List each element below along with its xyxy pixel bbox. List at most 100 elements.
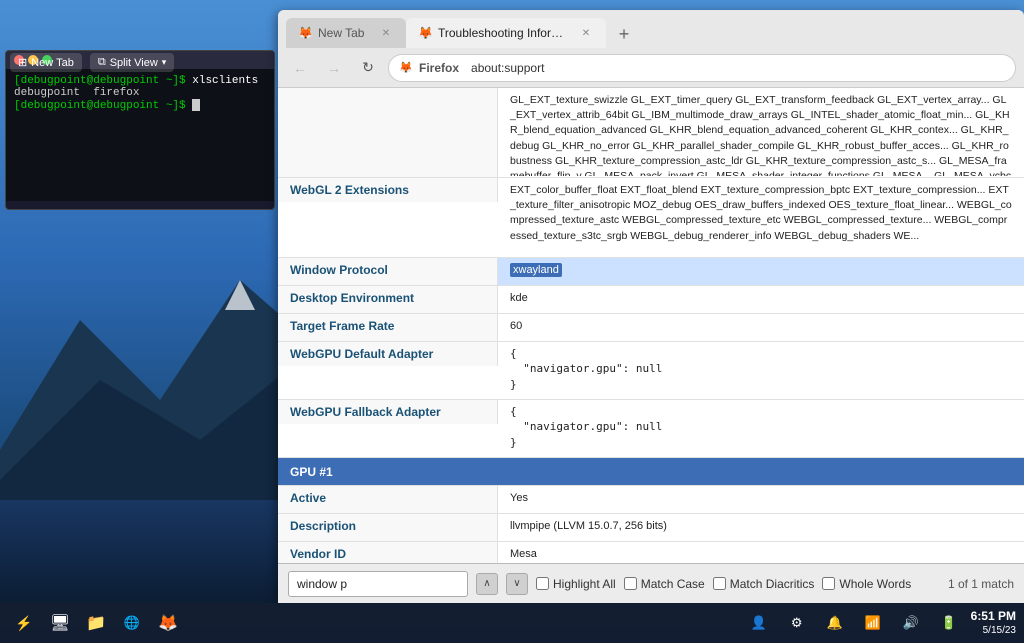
cell-label-desktop-env: Desktop Environment	[278, 286, 498, 313]
reload-button[interactable]: ↻	[354, 54, 382, 82]
address-url: about:support	[471, 61, 544, 75]
split-view-btn[interactable]: ⧉ Split View ▾	[90, 53, 175, 72]
back-button[interactable]: ←	[286, 54, 314, 82]
taskbar-icon-files[interactable]: 📁	[80, 607, 112, 639]
page-content: GL_EXT_texture_swizzle GL_EXT_timer_quer…	[278, 88, 1024, 603]
whole-words-checkbox[interactable]	[822, 577, 835, 590]
webgpu-fallback-line3: }	[510, 435, 1012, 450]
browser-titlebar: 🦊 New Tab ✕ 🦊 Troubleshooting Informati …	[278, 10, 1024, 48]
cell-label-description: Description	[278, 514, 498, 541]
site-icon: 🦊	[399, 61, 413, 75]
forward-button[interactable]: →	[320, 54, 348, 82]
navbar: ← → ↻ 🦊 Firefox about:support	[278, 48, 1024, 88]
terminal-window: [debugpoint@debugpoint ~]$ xlsclients de…	[5, 50, 275, 210]
cell-value-webgpu-default: { "navigator.gpu": null }	[498, 342, 1024, 396]
tab-troubleshooting-label: Troubleshooting Informati	[438, 26, 572, 40]
webgpu-default-line2: "navigator.gpu": null	[510, 361, 1012, 376]
new-tab-icon: ⊞	[18, 56, 27, 69]
find-prev-button[interactable]: ∧	[476, 573, 498, 595]
tab-troubleshooting-close[interactable]: ✕	[578, 25, 594, 41]
terminal-line-3: [debugpoint@debugpoint ~]$	[14, 99, 266, 112]
webgpu-default-line1: {	[510, 346, 1012, 361]
table-row-gl-extensions: GL_EXT_texture_swizzle GL_EXT_timer_quer…	[278, 88, 1024, 178]
cell-value-active: Yes	[498, 486, 1024, 513]
table-row-vendor-id: Vendor ID Mesa	[278, 542, 1024, 563]
cell-label-webgpu-default: WebGPU Default Adapter	[278, 342, 498, 366]
cell-label-gl	[278, 88, 498, 177]
cell-value-frame-rate: 60	[498, 314, 1024, 341]
split-view-icon: ⧉	[98, 56, 106, 69]
tab-new-tab-label: New Tab	[318, 26, 372, 40]
tab-troubleshooting[interactable]: 🦊 Troubleshooting Informati ✕	[406, 18, 606, 48]
gpu-section-title: GPU #1	[290, 465, 333, 479]
cell-label-frame-rate: Target Frame Rate	[278, 314, 498, 341]
brand-name: Firefox	[419, 61, 459, 75]
terminal-line-1: [debugpoint@debugpoint ~]$ xlsclients	[14, 75, 266, 87]
taskbar-icon-terminal[interactable]: 🖥	[44, 607, 76, 639]
cell-label-active: Active	[278, 486, 498, 513]
xwayland-value: xwayland	[510, 263, 562, 277]
table-row-webgpu-default: WebGPU Default Adapter { "navigator.gpu"…	[278, 342, 1024, 400]
match-diacritics-checkbox[interactable]	[713, 577, 726, 590]
webgpu-fallback-line2: "navigator.gpu": null	[510, 419, 1012, 434]
table-row-description: Description llvmpipe (LLVM 15.0.7, 256 b…	[278, 514, 1024, 542]
taskbar-battery-icon[interactable]: 🔋	[933, 607, 965, 639]
highlight-all-label: Highlight All	[553, 577, 616, 591]
cell-value-window-protocol: xwayland	[498, 258, 1024, 285]
clock-time: 6:51 PM	[971, 608, 1016, 625]
cell-label-webgpu-fallback: WebGPU Fallback Adapter	[278, 400, 498, 424]
browser-window: 🦊 New Tab ✕ 🦊 Troubleshooting Informati …	[278, 10, 1024, 603]
match-case-checkbox[interactable]	[624, 577, 637, 590]
new-tab-panel-label: New Tab	[31, 57, 74, 69]
find-input[interactable]	[288, 571, 468, 597]
findbar: ∧ ∨ Highlight All Match Case Match Diacr…	[278, 563, 1024, 603]
taskbar-volume-icon[interactable]: 🔊	[895, 607, 927, 639]
new-tab-panel-btn[interactable]: ⊞ New Tab	[10, 53, 82, 72]
table-row-desktop-env: Desktop Environment kde	[278, 286, 1024, 314]
cell-value-webgl2: EXT_color_buffer_float EXT_float_blend E…	[498, 178, 1024, 249]
taskbar-notifications-icon[interactable]: 🔔	[819, 607, 851, 639]
match-case-label: Match Case	[641, 577, 705, 591]
taskbar-settings-icon[interactable]: ⚙	[781, 607, 813, 639]
webgpu-fallback-line1: {	[510, 404, 1012, 419]
cell-label-webgl2: WebGL 2 Extensions	[278, 178, 498, 202]
tab-bar: 🦊 New Tab ✕ 🦊 Troubleshooting Informati …	[286, 10, 1016, 48]
tab-firefox-icon-1: 🦊	[298, 26, 312, 40]
table-row-frame-rate: Target Frame Rate 60	[278, 314, 1024, 342]
tab-new-tab[interactable]: 🦊 New Tab ✕	[286, 18, 406, 48]
new-tab-button[interactable]: +	[610, 20, 638, 48]
terminal-body: [debugpoint@debugpoint ~]$ xlsclients de…	[6, 69, 274, 201]
split-view-label: Split View	[110, 57, 158, 69]
cell-value-description: llvmpipe (LLVM 15.0.7, 256 bits)	[498, 514, 1024, 541]
cell-value-vendor-id: Mesa	[498, 542, 1024, 563]
cell-value-webgpu-fallback: { "navigator.gpu": null }	[498, 400, 1024, 454]
match-diacritics-group[interactable]: Match Diacritics	[713, 577, 815, 591]
highlight-all-group[interactable]: Highlight All	[536, 577, 616, 591]
tab-new-tab-close[interactable]: ✕	[378, 25, 394, 41]
taskbar-icon-browser[interactable]: 🌐	[116, 607, 148, 639]
support-table: GL_EXT_texture_swizzle GL_EXT_timer_quer…	[278, 88, 1024, 563]
taskbar-user-icon[interactable]: 👤	[743, 607, 775, 639]
cell-value-gl: GL_EXT_texture_swizzle GL_EXT_timer_quer…	[498, 88, 1024, 176]
taskbar-network-icon[interactable]: 📶	[857, 607, 889, 639]
tab-firefox-icon-2: 🦊	[418, 26, 432, 40]
match-case-group[interactable]: Match Case	[624, 577, 705, 591]
table-row-window-protocol: Window Protocol xwayland	[278, 258, 1024, 286]
address-bar[interactable]: 🦊 Firefox about:support	[388, 54, 1016, 82]
table-row-active: Active Yes	[278, 486, 1024, 514]
cell-label-window-protocol: Window Protocol	[278, 258, 498, 285]
highlight-all-checkbox[interactable]	[536, 577, 549, 590]
top-panel: ⊞ New Tab ⧉ Split View ▾	[10, 53, 174, 72]
chevron-down-icon: ▾	[162, 57, 167, 68]
cell-value-desktop-env: kde	[498, 286, 1024, 313]
taskbar-icon-apps[interactable]: ⚡	[8, 607, 40, 639]
taskbar-icon-firefox[interactable]: 🦊	[152, 607, 184, 639]
whole-words-label: Whole Words	[839, 577, 911, 591]
find-result: 1 of 1 match	[948, 577, 1014, 591]
table-row-webgl2: WebGL 2 Extensions EXT_color_buffer_floa…	[278, 178, 1024, 258]
taskbar-right: 👤 ⚙ 🔔 📶 🔊 🔋 6:51 PM 5/15/23	[743, 607, 1016, 639]
taskbar: ⚡ 🖥 📁 🌐 🦊 👤 ⚙ 🔔 📶 🔊 🔋 6:51 PM 5/15/23	[0, 603, 1024, 643]
find-next-button[interactable]: ∨	[506, 573, 528, 595]
table-row-webgpu-fallback: WebGPU Fallback Adapter { "navigator.gpu…	[278, 400, 1024, 458]
whole-words-group[interactable]: Whole Words	[822, 577, 911, 591]
